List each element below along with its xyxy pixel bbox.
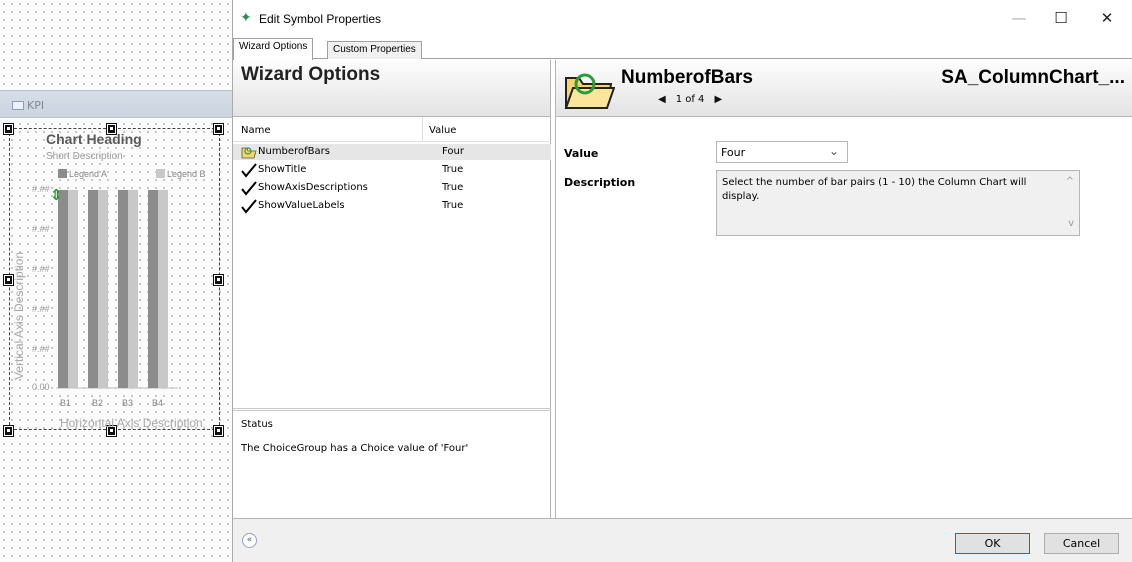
description-label: Description bbox=[564, 176, 636, 189]
list-item-name: ShowTitle bbox=[258, 164, 307, 175]
y-tick-label: 0.00 bbox=[32, 382, 50, 392]
collapse-button[interactable]: « bbox=[242, 533, 257, 548]
resize-cursor-icon: ⇕ bbox=[50, 186, 63, 204]
legend-b-swatch bbox=[156, 169, 165, 178]
vertical-axis-description: Vertical Axis Description bbox=[12, 251, 26, 380]
list-item-name: ShowAxisDescriptions bbox=[258, 182, 368, 193]
wizard-options-title: Wizard Options bbox=[241, 64, 381, 85]
y-tick-label: #.## bbox=[32, 344, 50, 354]
dialog-title: Edit Symbol Properties bbox=[259, 12, 382, 26]
legend-a-label: Legend A bbox=[69, 169, 108, 179]
y-tick-label: #.## bbox=[32, 184, 50, 194]
x-tick-label: B3 bbox=[122, 398, 134, 408]
list-header: Name Value bbox=[233, 117, 551, 142]
wizard-option-list-pane: Name Value NumberofBars Four ShowTitle T… bbox=[233, 117, 551, 518]
list-item[interactable]: NumberofBars Four bbox=[233, 144, 551, 160]
tab-strip: Wizard Options Custom Properties bbox=[233, 37, 1132, 60]
x-tick-label: B4 bbox=[152, 398, 164, 408]
previous-arrow-icon[interactable]: ◀ bbox=[658, 94, 666, 105]
next-arrow-icon[interactable]: ▶ bbox=[714, 94, 722, 105]
value-dropdown-text: Four bbox=[721, 146, 746, 159]
x-tick-label: B1 bbox=[60, 398, 72, 408]
list-item-value: Four bbox=[442, 146, 464, 157]
tab-wizard-options[interactable]: Wizard Options bbox=[233, 38, 314, 60]
scroll-up-icon[interactable]: ^ bbox=[1066, 175, 1074, 189]
list-item[interactable]: ShowAxisDescriptions True bbox=[233, 180, 551, 196]
horizontal-axis-description: Horizontal Axis Description bbox=[60, 416, 203, 430]
checkmark-icon bbox=[241, 181, 257, 196]
resize-handle-bottom-left[interactable] bbox=[3, 425, 14, 437]
property-header: NumberofBars SA_ColumnChart_... ◀ 1 of 4 ▶ bbox=[555, 60, 1132, 117]
y-tick-label: #.## bbox=[32, 304, 50, 314]
property-name: NumberofBars bbox=[621, 67, 753, 88]
list-item-value: True bbox=[442, 182, 464, 193]
legend-a: Legend A bbox=[58, 169, 107, 179]
resize-handle-bottom-right[interactable] bbox=[213, 425, 224, 437]
legend-a-swatch bbox=[58, 169, 67, 178]
checkmark-icon bbox=[241, 199, 257, 214]
close-button[interactable]: ✕ bbox=[1087, 6, 1127, 30]
x-tick-label: B2 bbox=[92, 398, 104, 408]
title-bar[interactable]: ✦ Edit Symbol Properties — ☐ ✕ bbox=[233, 0, 1132, 37]
column-header-name[interactable]: Name bbox=[241, 125, 271, 136]
chevron-down-icon: ⌄ bbox=[828, 144, 839, 158]
edit-symbol-properties-dialog: ✦ Edit Symbol Properties — ☐ ✕ Wizard Op… bbox=[232, 0, 1132, 562]
wizard-options-header: Wizard Options bbox=[233, 60, 551, 117]
design-canvas[interactable]: KPI Chart Heading Short Description Lege… bbox=[0, 0, 232, 562]
status-area: Status The ChoiceGroup has a Choice valu… bbox=[233, 408, 551, 518]
kpi-icon bbox=[12, 101, 24, 110]
list-item-name: ShowValueLabels bbox=[258, 200, 345, 211]
maximize-button[interactable]: ☐ bbox=[1041, 6, 1081, 30]
pager-text: 1 of 4 bbox=[675, 94, 705, 105]
chart-heading: Chart Heading bbox=[46, 131, 142, 147]
value-dropdown[interactable]: Four ⌄ bbox=[716, 141, 848, 163]
column-divider[interactable] bbox=[422, 117, 423, 142]
kpi-label: KPI bbox=[27, 99, 45, 112]
list-item-value: True bbox=[442, 164, 464, 175]
dialog-footer: « OK Cancel bbox=[233, 518, 1132, 562]
list-item[interactable]: ShowValueLabels True bbox=[233, 198, 551, 214]
resize-handle-top-right[interactable] bbox=[213, 123, 224, 135]
list-item-value: True bbox=[442, 200, 464, 211]
list-item-name: NumberofBars bbox=[258, 146, 330, 157]
column-header-value[interactable]: Value bbox=[429, 125, 456, 136]
legend-b-label: Legend B bbox=[167, 169, 206, 179]
legend-b: Legend B bbox=[156, 169, 206, 179]
y-tick-label: #.## bbox=[32, 264, 50, 274]
resize-handle-right[interactable] bbox=[213, 274, 224, 286]
property-pager: ◀ 1 of 4 ▶ bbox=[648, 94, 732, 105]
chart-short-description: Short Description bbox=[46, 151, 123, 162]
scroll-down-icon[interactable]: v bbox=[1068, 217, 1074, 231]
checkmark-icon bbox=[241, 163, 257, 178]
cancel-button[interactable]: Cancel bbox=[1044, 533, 1119, 554]
minimize-button[interactable]: — bbox=[999, 6, 1039, 30]
kpi-panel-header[interactable]: KPI bbox=[0, 90, 232, 118]
description-text: Select the number of bar pairs (1 - 10) … bbox=[722, 177, 1027, 202]
property-details-pane: Value Four ⌄ Description Select the numb… bbox=[555, 117, 1132, 518]
value-label: Value bbox=[564, 147, 599, 160]
wizard-wand-icon: ✦ bbox=[240, 10, 252, 26]
folder-icon bbox=[241, 147, 257, 159]
tab-custom-properties[interactable]: Custom Properties bbox=[327, 41, 422, 59]
ok-button[interactable]: OK bbox=[955, 533, 1030, 554]
symbol-name: SA_ColumnChart_... bbox=[941, 67, 1125, 88]
description-textbox[interactable]: Select the number of bar pairs (1 - 10) … bbox=[716, 170, 1080, 236]
status-title: Status bbox=[241, 419, 273, 430]
folder-icon bbox=[564, 73, 615, 109]
status-text: The ChoiceGroup has a Choice value of 'F… bbox=[241, 443, 469, 454]
list-item[interactable]: ShowTitle True bbox=[233, 162, 551, 178]
y-tick-label: #.## bbox=[32, 224, 50, 234]
resize-handle-top-left[interactable] bbox=[3, 123, 14, 135]
